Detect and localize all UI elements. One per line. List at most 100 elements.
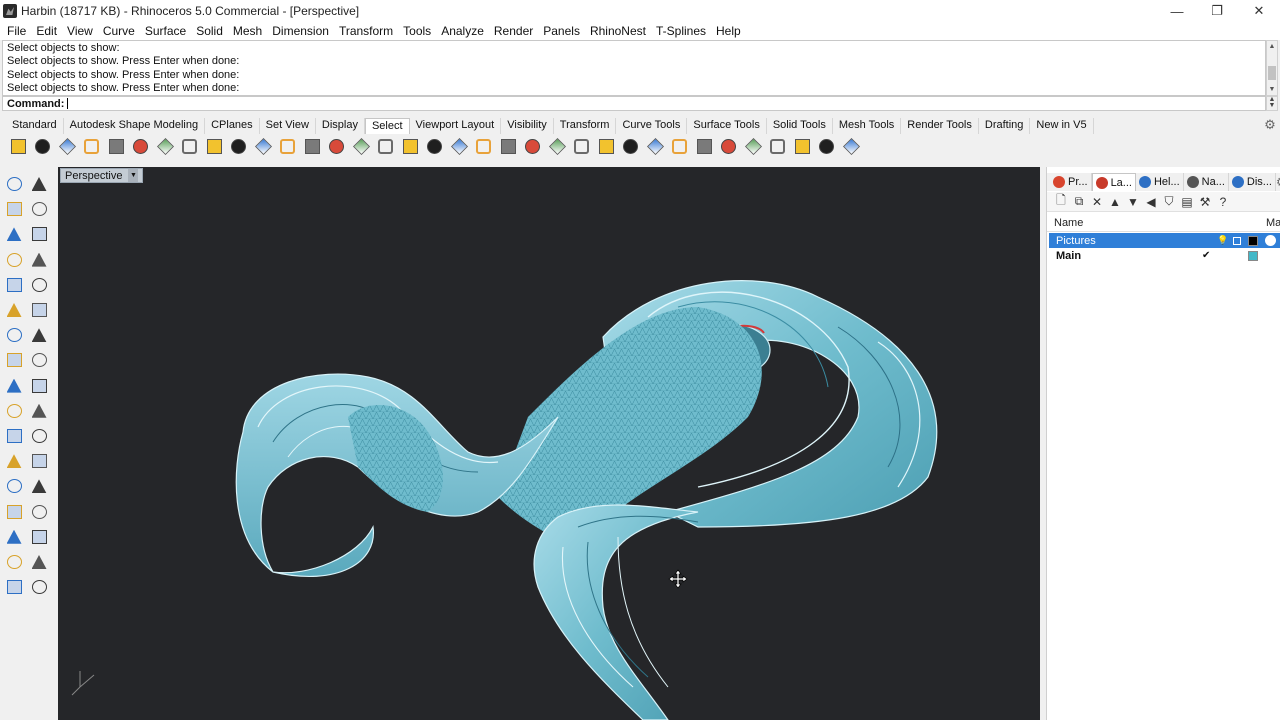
select-gumball-icon[interactable] — [741, 136, 766, 156]
layer-row[interactable]: Main ✔ — [1049, 248, 1280, 263]
dimension-icon[interactable] — [28, 527, 50, 547]
menu-analyze[interactable]: Analyze — [436, 24, 489, 38]
move-down-icon[interactable]: ▼ — [1124, 194, 1142, 210]
select-chain-icon[interactable] — [643, 136, 668, 156]
analyze-icon[interactable] — [3, 552, 25, 572]
menu-file[interactable]: File — [2, 24, 31, 38]
tab-viewport-layout[interactable]: Viewport Layout — [410, 118, 502, 134]
command-spinner[interactable]: ▲ ▼ — [1266, 96, 1278, 111]
tab-set-view[interactable]: Set View — [260, 118, 316, 134]
select-box-icon[interactable] — [521, 136, 546, 156]
select-annotation-icon[interactable] — [619, 136, 644, 156]
render-icon[interactable] — [3, 577, 25, 597]
polyline-icon[interactable] — [3, 199, 25, 219]
select-color-icon[interactable] — [227, 136, 252, 156]
menu-t-splines[interactable]: T-Splines — [651, 24, 711, 38]
select-paint-icon[interactable] — [668, 136, 693, 156]
surface-icon[interactable] — [3, 300, 25, 320]
select-layer-icon[interactable] — [447, 136, 472, 156]
select-brush-icon[interactable] — [790, 136, 815, 156]
panel-tab-display[interactable]: Dis... — [1229, 173, 1276, 191]
select-dimensions-icon[interactable] — [178, 136, 203, 156]
select-spiral-icon[interactable] — [594, 136, 619, 156]
solid-tools-icon[interactable] — [28, 426, 50, 446]
point-icon[interactable] — [28, 174, 50, 194]
select-hatch-icon[interactable] — [423, 136, 448, 156]
name-column-header[interactable]: Name — [1054, 217, 1083, 229]
close-button[interactable]: ✕ — [1238, 0, 1280, 22]
polygon-icon[interactable] — [3, 275, 25, 295]
select-filter-icon[interactable] — [839, 136, 864, 156]
tab-standard[interactable]: Standard — [6, 118, 64, 134]
select-control-points-icon[interactable] — [325, 136, 350, 156]
select-cube-icon[interactable] — [717, 136, 742, 156]
select-points-cloud-icon[interactable] — [300, 136, 325, 156]
current-layer-check-icon[interactable]: ✔ — [1202, 250, 1210, 261]
new-sublayer-icon[interactable]: ⧉ — [1070, 194, 1088, 210]
lock-icon[interactable] — [1233, 236, 1241, 245]
tab-visibility[interactable]: Visibility — [501, 118, 554, 134]
select-plane-icon[interactable] — [545, 136, 570, 156]
tab-cplanes[interactable]: CPlanes — [205, 118, 260, 134]
tab-curve-tools[interactable]: Curve Tools — [616, 118, 688, 134]
tab-surface-tools[interactable]: Surface Tools — [687, 118, 767, 134]
select-points-icon[interactable] — [6, 136, 31, 156]
move-up-icon[interactable]: ▲ — [1106, 194, 1124, 210]
circle-icon[interactable] — [3, 224, 25, 244]
tab-display[interactable]: Display — [316, 118, 365, 134]
visibility-bulb-icon[interactable]: 💡 — [1217, 235, 1228, 246]
select-blocks-icon[interactable] — [153, 136, 178, 156]
explode-icon[interactable] — [28, 376, 50, 396]
select-surfaces-icon[interactable] — [202, 136, 227, 156]
block-icon[interactable] — [3, 502, 25, 522]
select-closed-icon[interactable] — [349, 136, 374, 156]
rectangle-icon[interactable] — [28, 250, 50, 270]
filter-icon[interactable]: ⛉ — [1160, 194, 1178, 210]
tab-new-in-v5[interactable]: New in V5 — [1030, 118, 1094, 134]
select-text-icon[interactable] — [570, 136, 595, 156]
layer-tool-icon[interactable] — [28, 577, 50, 597]
box-icon[interactable] — [3, 325, 25, 345]
select-curves-icon[interactable] — [80, 136, 105, 156]
viewport-menu-icon[interactable]: ▼ — [128, 169, 139, 182]
menu-render[interactable]: Render — [489, 24, 538, 38]
tab-solid-tools[interactable]: Solid Tools — [767, 118, 833, 134]
material-column-header[interactable]: Ma — [1266, 217, 1280, 229]
tab-transform[interactable]: Transform — [554, 118, 617, 134]
move-parent-icon[interactable]: ◀ — [1142, 194, 1160, 210]
check-icon[interactable] — [28, 552, 50, 572]
tab-render-tools[interactable]: Render Tools — [901, 118, 979, 134]
select-group-icon[interactable] — [472, 136, 497, 156]
arc-icon[interactable] — [3, 250, 25, 270]
panel-tab-properties[interactable]: Pr... — [1050, 173, 1092, 191]
layer-color-swatch[interactable] — [1248, 250, 1258, 261]
select-open-icon[interactable] — [251, 136, 276, 156]
command-history-scrollbar[interactable]: ▲ ▼ — [1266, 40, 1278, 96]
array-icon[interactable] — [3, 527, 25, 547]
curve-icon[interactable] — [28, 199, 50, 219]
select-lines-icon[interactable] — [129, 136, 154, 156]
select-sphere-icon[interactable] — [496, 136, 521, 156]
delete-layer-icon[interactable]: ✕ — [1088, 194, 1106, 210]
menu-view[interactable]: View — [62, 24, 98, 38]
select-mesh-icon[interactable] — [276, 136, 301, 156]
scroll-thumb[interactable] — [1268, 66, 1276, 80]
snap-icon[interactable] — [28, 476, 50, 496]
text-icon[interactable] — [3, 476, 25, 496]
perspective-viewport[interactable] — [58, 167, 1040, 720]
tab-autodesk-shape-modeling[interactable]: Autodesk Shape Modeling — [64, 118, 206, 134]
gear-icon[interactable]: ⚙ — [1263, 118, 1277, 132]
fillet-icon[interactable] — [3, 426, 25, 446]
tools-icon[interactable]: ⚒ — [1196, 194, 1214, 210]
menu-dimension[interactable]: Dimension — [267, 24, 334, 38]
panel-tab-named-view[interactable]: Na... — [1184, 173, 1229, 191]
new-layer-icon[interactable]: 🗋 — [1052, 193, 1070, 210]
material-icon[interactable] — [1265, 235, 1276, 246]
menu-transform[interactable]: Transform — [334, 24, 398, 38]
menu-rhinonest[interactable]: RhinoNest — [585, 24, 651, 38]
project-icon[interactable] — [28, 451, 50, 471]
menu-panels[interactable]: Panels — [538, 24, 585, 38]
select-gear-icon[interactable] — [766, 136, 791, 156]
menu-mesh[interactable]: Mesh — [228, 24, 267, 38]
panel-tab-layers[interactable]: La... — [1091, 173, 1136, 191]
